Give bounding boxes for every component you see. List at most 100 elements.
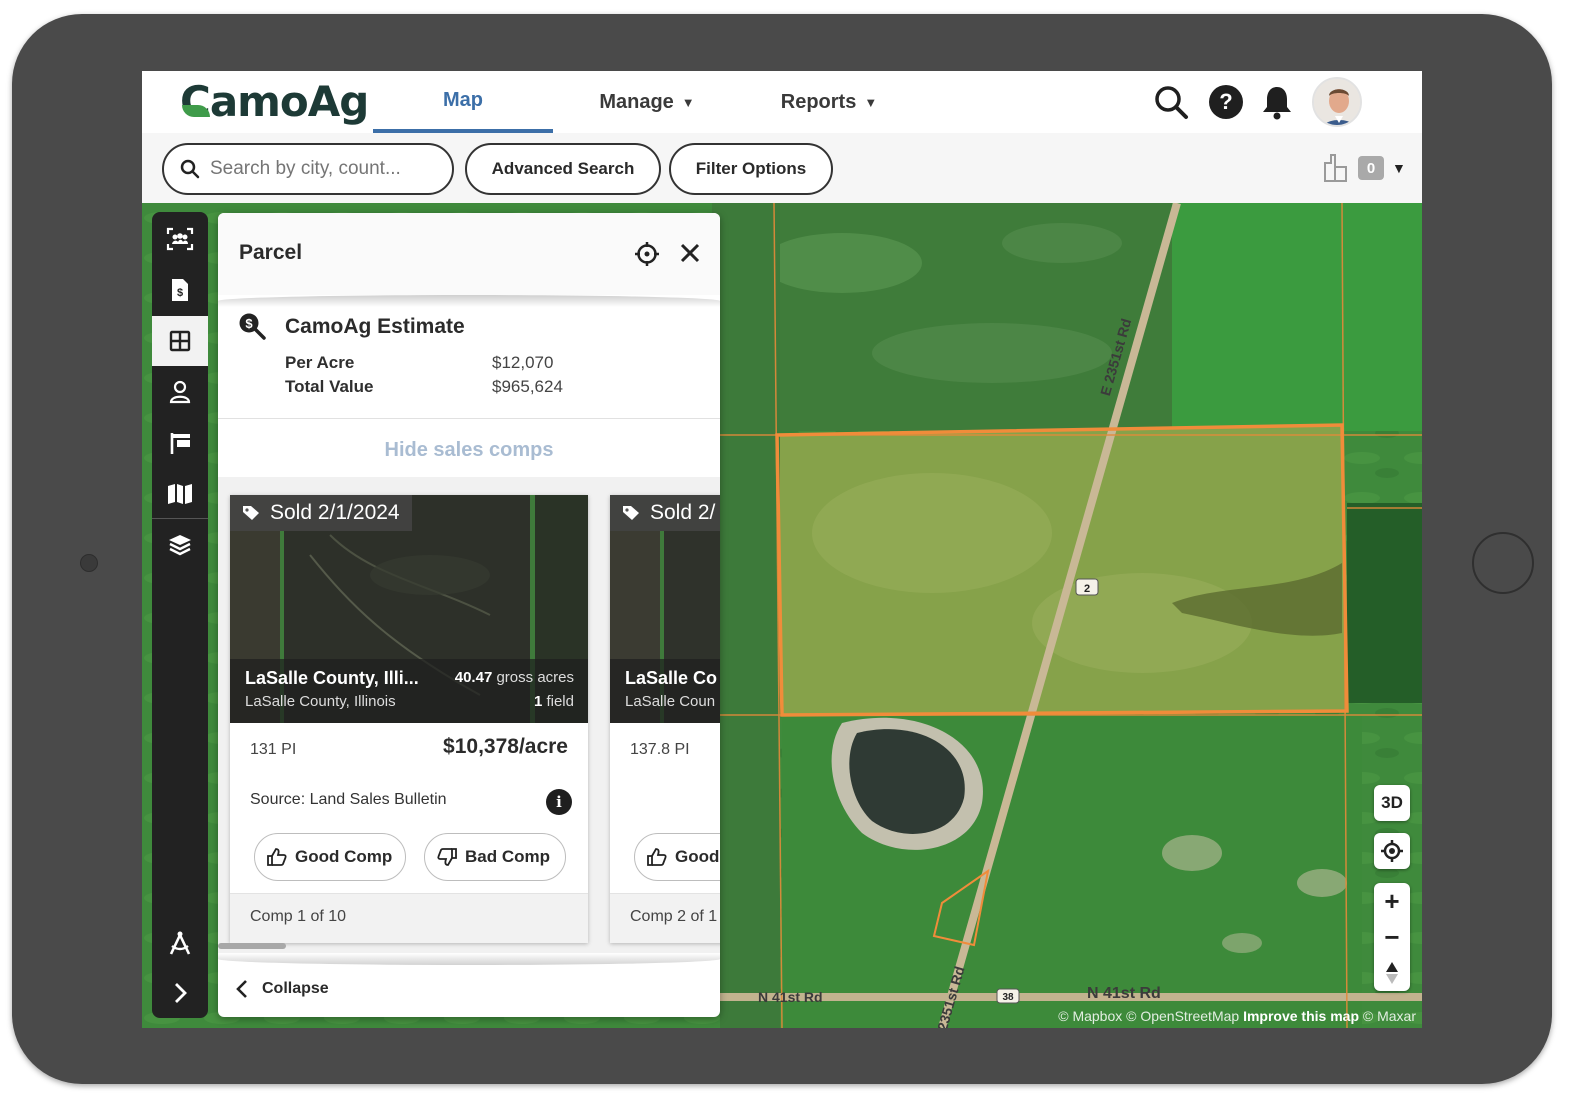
bad-comp-button[interactable]: Bad Comp bbox=[424, 833, 566, 881]
hide-sales-comps-link[interactable]: Hide sales comps bbox=[218, 439, 720, 462]
comp-info-overlay: LaSalle Co LaSalle Coun bbox=[610, 659, 720, 723]
parcel-compare-icon bbox=[1324, 154, 1347, 182]
good-comp-label: Good Comp bbox=[295, 847, 393, 866]
acres-label: gross acres bbox=[496, 669, 574, 686]
comp-aerial-image: Sold 2/1/2024 LaSalle County, Illi... La… bbox=[230, 495, 588, 723]
rail-user[interactable] bbox=[152, 367, 208, 417]
nav-manage[interactable]: Manage ▼ bbox=[572, 71, 722, 133]
logo[interactable]: CamoAg bbox=[180, 77, 369, 126]
rail-layers[interactable] bbox=[152, 520, 208, 570]
rail-invoice[interactable]: $ bbox=[152, 265, 208, 315]
search-input[interactable] bbox=[210, 158, 440, 180]
flag-icon bbox=[170, 433, 190, 454]
compare-selector[interactable]: 0 ▼ bbox=[1322, 153, 1406, 183]
comp-counter: Comp 1 of 10 bbox=[230, 893, 588, 943]
comp-info-overlay: LaSalle County, Illi... LaSalle County, … bbox=[230, 659, 588, 723]
search-box[interactable] bbox=[162, 143, 454, 195]
toolbar: Advanced Search Filter Options 0 ▼ bbox=[142, 133, 1422, 203]
app-screen: CamoAg Map Manage ▼ Reports ▼ ? Search b… bbox=[142, 71, 1422, 1028]
comp-acres: 40.47 gross acres bbox=[455, 669, 574, 686]
nav-map-label: Map bbox=[443, 88, 483, 111]
home-button[interactable] bbox=[1472, 532, 1534, 594]
compass-icon bbox=[1386, 962, 1398, 984]
rail-people-scan[interactable] bbox=[152, 214, 208, 264]
avatar[interactable] bbox=[1312, 77, 1362, 127]
close-panel-button[interactable] bbox=[680, 243, 700, 268]
header-shadow bbox=[218, 295, 720, 307]
top-nav: CamoAg Map Manage ▼ Reports ▼ ? bbox=[142, 71, 1422, 133]
map-icon bbox=[168, 484, 192, 504]
comp-pi: 137.8 PI bbox=[630, 741, 690, 758]
comp-location: LaSalle Coun bbox=[625, 693, 716, 710]
caret-down-icon: ▼ bbox=[1392, 160, 1406, 176]
crosshair-icon bbox=[635, 242, 659, 266]
comp-source: Source: Land Sales Bulletin bbox=[250, 791, 447, 808]
zoom-in-button[interactable]: + bbox=[1374, 883, 1410, 919]
locate-parcel-button[interactable] bbox=[634, 241, 660, 272]
sold-date: Sold 2/ bbox=[650, 501, 716, 524]
nav-map[interactable]: Map bbox=[373, 71, 553, 133]
estimate-icon: $ bbox=[238, 312, 266, 345]
advanced-search-button[interactable]: Advanced Search bbox=[465, 143, 661, 195]
bell-icon[interactable] bbox=[1258, 83, 1296, 121]
comp-counter: Comp 2 of 1 bbox=[610, 893, 720, 943]
rail-separator bbox=[152, 518, 208, 519]
bad-comp-label: Bad Comp bbox=[465, 847, 550, 866]
crosshair-icon bbox=[1381, 840, 1403, 862]
caret-down-icon: ▼ bbox=[864, 94, 878, 110]
total-value-value: $965,624 bbox=[492, 377, 563, 396]
good-comp-button[interactable]: Good bbox=[634, 833, 720, 881]
rail-expand[interactable] bbox=[152, 968, 208, 1018]
collapse-button[interactable]: Collapse bbox=[236, 979, 329, 999]
info-icon[interactable]: i bbox=[546, 789, 572, 815]
per-acre-value: $12,070 bbox=[492, 353, 554, 372]
nav-reports[interactable]: Reports ▼ bbox=[754, 71, 904, 133]
rail-flag[interactable] bbox=[152, 418, 208, 468]
good-comp-button[interactable]: Good Comp bbox=[254, 833, 406, 881]
acres-value: 40.47 bbox=[454, 669, 493, 686]
grid-icon bbox=[169, 330, 191, 352]
compass-button[interactable] bbox=[1374, 955, 1410, 991]
improve-map-link[interactable]: Improve this map bbox=[1243, 1008, 1359, 1024]
3d-toggle-button[interactable]: 3D bbox=[1374, 785, 1410, 821]
road-label: N 41st Rd bbox=[758, 989, 823, 1005]
zoom-controls: + − bbox=[1374, 883, 1410, 991]
svg-text:$: $ bbox=[245, 316, 253, 331]
total-value-label: Total Value bbox=[285, 377, 374, 396]
compare-count-badge: 0 bbox=[1358, 156, 1384, 180]
rail-map[interactable] bbox=[152, 469, 208, 519]
search-icon bbox=[180, 159, 200, 179]
user-icon bbox=[169, 380, 191, 404]
road-label: N 41st Rd bbox=[1087, 985, 1161, 1002]
drafting-compass-icon bbox=[169, 931, 191, 955]
route-shield-38: 38 bbox=[1002, 992, 1014, 1003]
chevron-right-icon bbox=[175, 983, 187, 1003]
route-shield-2: 2 bbox=[1084, 583, 1090, 595]
panel-title: Parcel bbox=[239, 241, 303, 264]
caret-down-icon: ▼ bbox=[681, 94, 695, 110]
help-icon[interactable]: ? bbox=[1207, 83, 1245, 121]
filter-options-button[interactable]: Filter Options bbox=[669, 143, 833, 195]
sales-comps-carousel[interactable]: Sold 2/1/2024 LaSalle County, Illi... La… bbox=[218, 477, 720, 953]
rail-grid[interactable] bbox=[152, 316, 208, 366]
geolocate-button[interactable] bbox=[1374, 833, 1410, 869]
attribution-tail: © Maxar bbox=[1362, 1008, 1416, 1024]
footer-shadow bbox=[218, 953, 720, 965]
search-icon[interactable] bbox=[1152, 83, 1190, 121]
comp-card[interactable]: Sold 2/ LaSalle Co LaSalle Coun 137.8 PI… bbox=[610, 495, 720, 943]
layers-icon bbox=[169, 535, 191, 556]
collapse-label: Collapse bbox=[262, 980, 329, 997]
zoom-out-button[interactable]: − bbox=[1374, 919, 1410, 955]
comp-name: LaSalle County, Illi... bbox=[245, 668, 419, 688]
comp-price: $10,378/acre bbox=[443, 735, 568, 758]
comp-card[interactable]: Sold 2/1/2024 LaSalle County, Illi... La… bbox=[230, 495, 588, 943]
comp-aerial-image: Sold 2/ LaSalle Co LaSalle Coun bbox=[610, 495, 720, 723]
good-comp-label: Good bbox=[675, 847, 720, 866]
thumbs-down-icon bbox=[437, 848, 457, 866]
rail-measure[interactable] bbox=[152, 918, 208, 968]
nav-reports-label: Reports bbox=[780, 90, 857, 113]
panel-header: Parcel bbox=[218, 213, 720, 295]
carousel-scrollbar[interactable] bbox=[218, 943, 286, 949]
fields-label: field bbox=[546, 693, 574, 710]
sold-date-tag: Sold 2/ bbox=[610, 495, 720, 531]
